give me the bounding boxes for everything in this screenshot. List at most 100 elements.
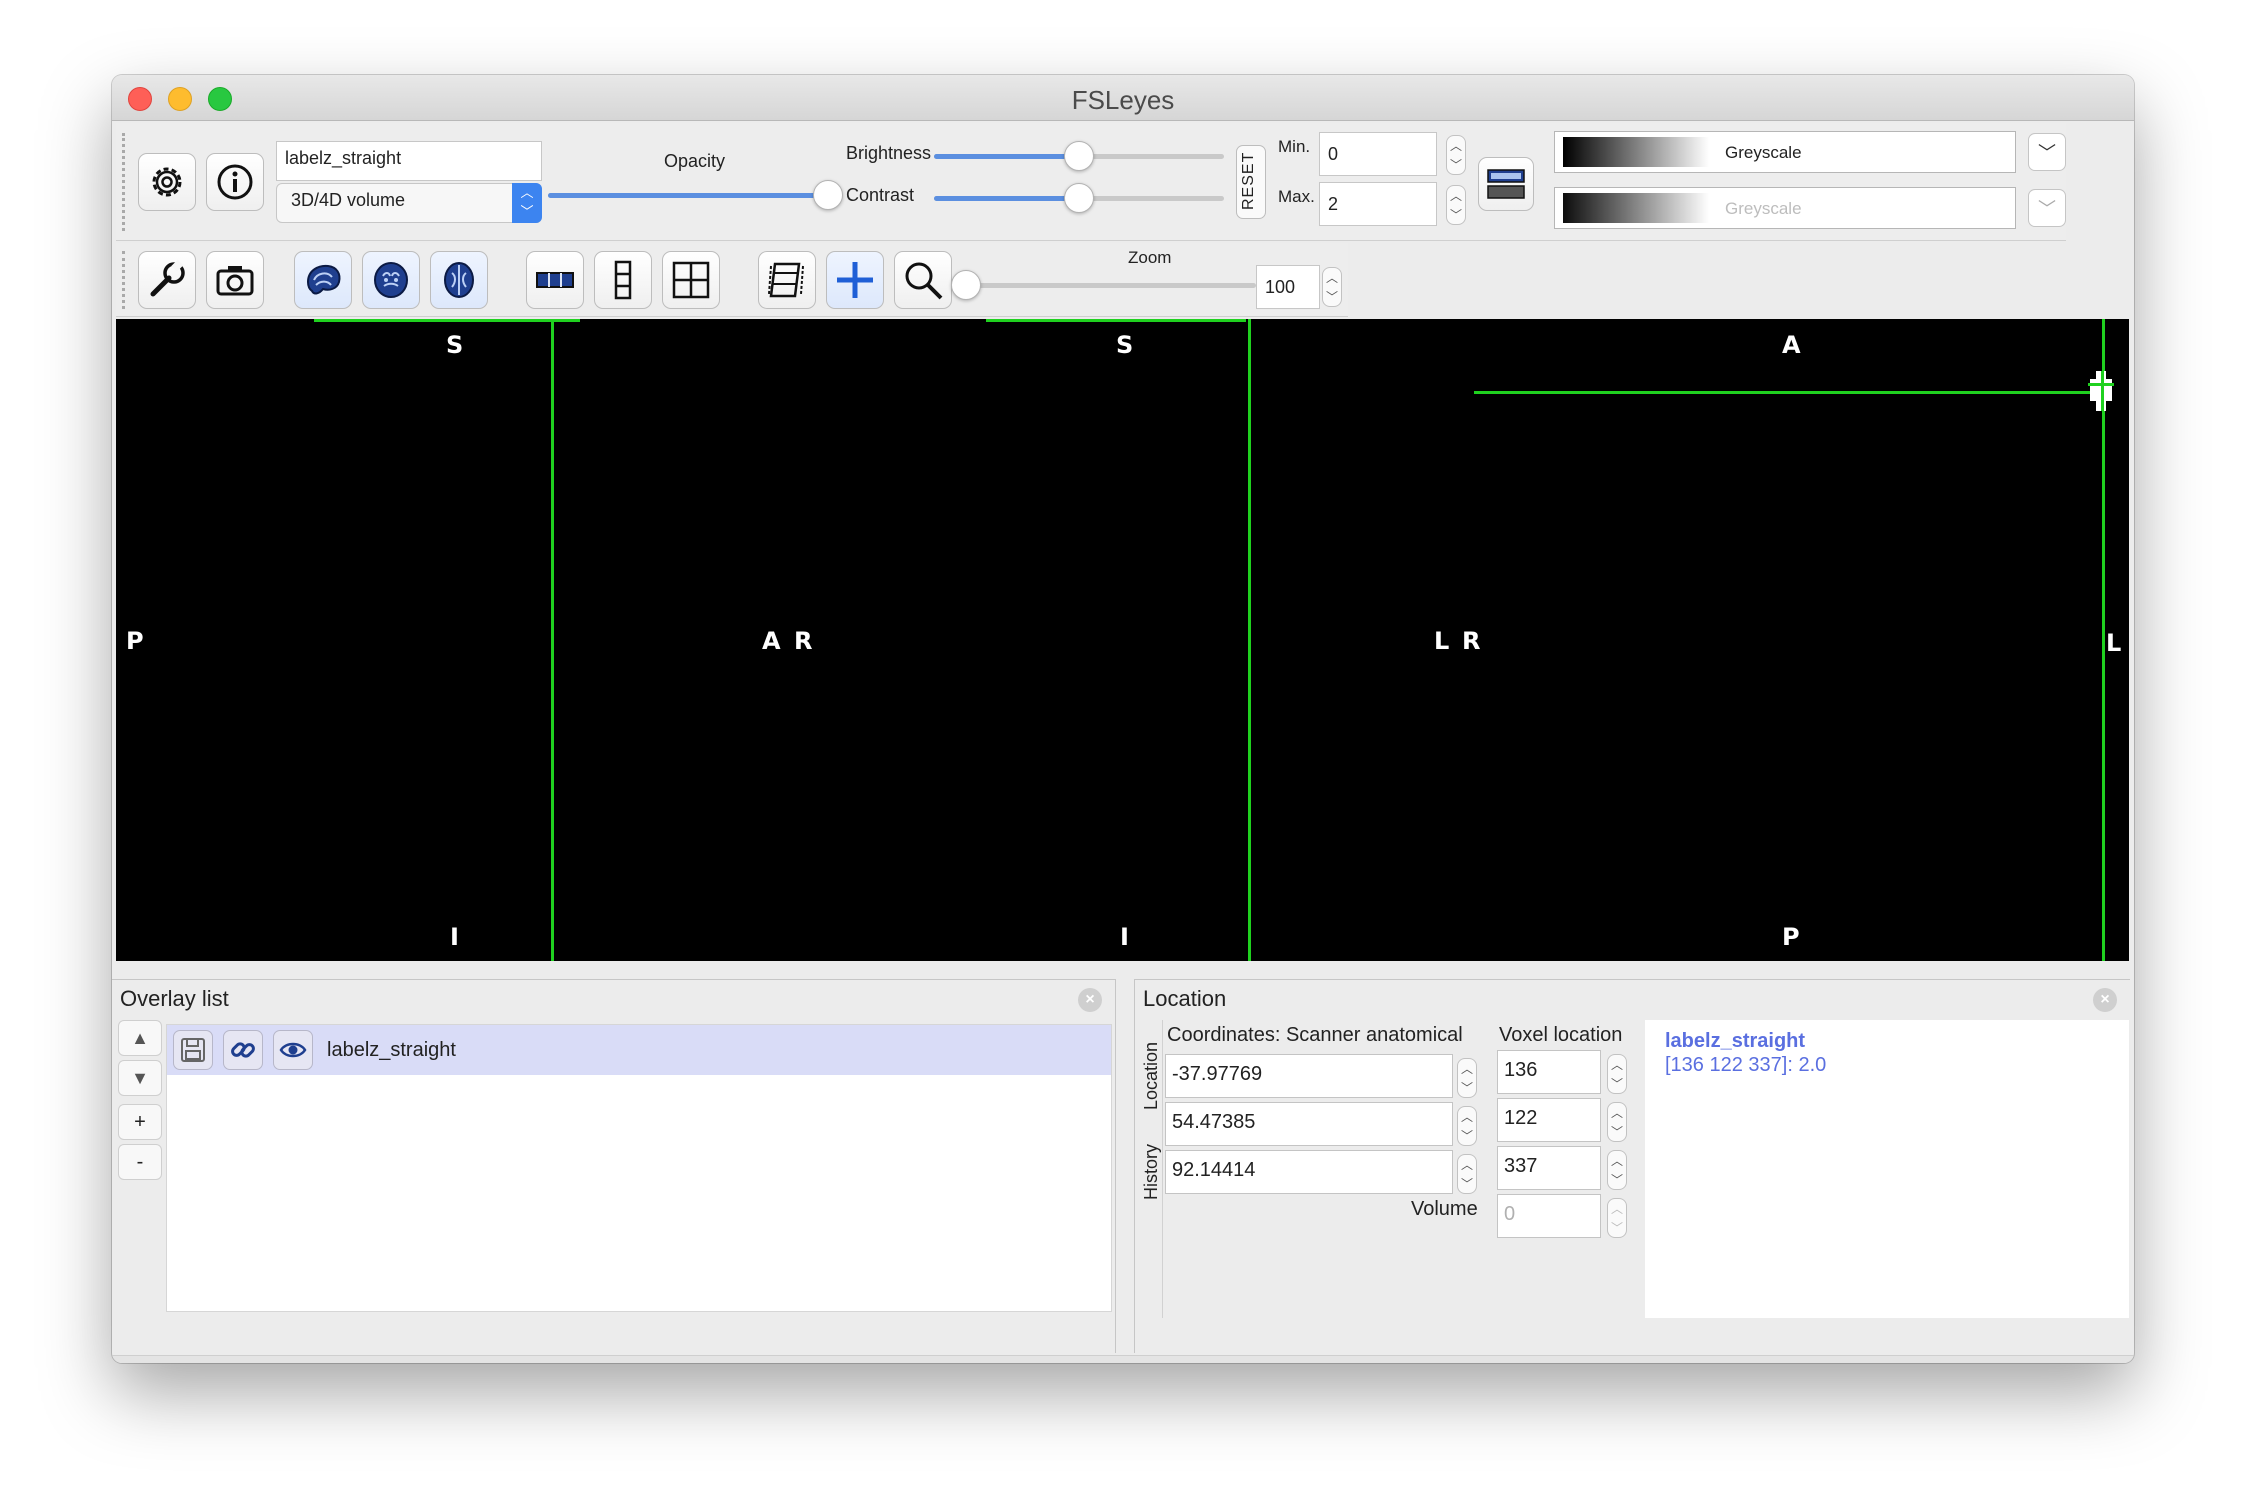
toggle-visibility-button[interactable] (273, 1030, 313, 1070)
close-overlay-list-icon[interactable]: × (1078, 988, 1102, 1012)
spin-down-icon[interactable]: ﹀ (1611, 1075, 1623, 1092)
spin-up-icon[interactable]: ︿ (1611, 1200, 1623, 1217)
colorbar-icon (1487, 169, 1525, 199)
opacity-slider-knob[interactable] (813, 180, 843, 210)
spin-up-icon[interactable]: ︿ (1611, 1056, 1623, 1073)
zoom-tool-button[interactable] (894, 251, 952, 309)
spin-down-icon[interactable]: ﹀ (1450, 156, 1462, 173)
voxel-y-spinner[interactable]: ︿ ﹀ (1607, 1102, 1627, 1142)
settings-button[interactable] (138, 153, 196, 211)
contrast-slider-fill (934, 196, 1079, 201)
voxel-location-header: Voxel location (1499, 1024, 1623, 1046)
horizontal-layout-button[interactable] (526, 251, 584, 309)
vertical-layout-button[interactable] (594, 251, 652, 309)
spin-down-icon[interactable]: ﹀ (1611, 1171, 1623, 1188)
remove-overlay-button[interactable]: - (118, 1144, 162, 1180)
link-overlay-button[interactable] (223, 1030, 263, 1070)
toolbar-grip[interactable] (122, 251, 128, 309)
voxel-z-input[interactable]: 337 (1497, 1146, 1601, 1190)
move-overlay-down-button[interactable]: ▼ (118, 1060, 162, 1096)
spin-down-icon[interactable]: ﹀ (1461, 1175, 1473, 1192)
move-overlay-up-button[interactable]: ▲ (118, 1020, 162, 1056)
chain-link-icon (231, 1042, 255, 1058)
coordinate-x-spinner[interactable]: ︿ ﹀ (1457, 1058, 1477, 1098)
voxel-x-input[interactable]: 136 (1497, 1050, 1601, 1094)
brightness-slider-knob[interactable] (1064, 141, 1094, 171)
coronal-bottom-label: I (1120, 923, 1129, 951)
label-voxel-blob (2088, 371, 2114, 411)
sagittal-top-label: S (446, 331, 464, 359)
voxel-y-input[interactable]: 122 (1497, 1098, 1601, 1142)
overlay-name-field[interactable]: labelz_straight (276, 141, 542, 181)
spin-up-icon[interactable]: ︿ (1461, 1156, 1473, 1173)
coronal-right-label: L (1434, 627, 1450, 655)
colormap-select-primary[interactable]: Greyscale (1554, 131, 2016, 173)
spin-down-icon[interactable]: ﹀ (1450, 206, 1462, 223)
reset-button[interactable]: RESET (1236, 145, 1266, 219)
max-input[interactable]: 2 (1319, 182, 1437, 226)
spin-up-icon[interactable]: ︿ (1611, 1152, 1623, 1169)
toggle-coronal-button[interactable] (362, 251, 420, 309)
spin-down-icon[interactable]: ﹀ (1611, 1219, 1623, 1236)
spin-down-icon[interactable]: ﹀ (1326, 288, 1338, 305)
spin-up-icon[interactable]: ︿ (1450, 137, 1462, 154)
ortho-view-canvas[interactable]: S I P A S I R L A P R L (116, 319, 2129, 961)
title-bar: FSLeyes (112, 75, 2134, 121)
min-spinner[interactable]: ︿ ﹀ (1446, 135, 1466, 175)
greyscale-gradient-swatch (1563, 193, 1709, 223)
toggle-sagittal-button[interactable] (294, 251, 352, 309)
toggle-cursor-button[interactable] (826, 251, 884, 309)
voxel-z-spinner[interactable]: ︿ ﹀ (1607, 1150, 1627, 1190)
colormap-secondary-dropdown[interactable]: ﹀ (2028, 189, 2066, 227)
invert-colormap-button[interactable] (1478, 157, 1534, 211)
screenshot-button[interactable] (206, 251, 264, 309)
coronal-top-label: S (1116, 331, 1134, 359)
fsleyes-window: FSLeyes labelz_straight 3D/4D volume ︿ ﹀ … (112, 75, 2134, 1363)
contrast-slider-knob[interactable] (1064, 183, 1094, 213)
coordinate-y-input[interactable]: 54.47385 (1165, 1102, 1453, 1146)
spin-up-icon[interactable]: ︿ (1326, 269, 1338, 286)
close-location-icon[interactable]: × (2093, 988, 2117, 1012)
toolbar-grip[interactable] (122, 133, 128, 231)
info-button[interactable] (206, 153, 264, 211)
max-spinner[interactable]: ︿ ﹀ (1446, 185, 1466, 225)
spin-up-icon[interactable]: ︿ (1461, 1108, 1473, 1125)
coordinate-x-input[interactable]: -37.97769 (1165, 1054, 1453, 1098)
volume-spinner[interactable]: ︿ ﹀ (1607, 1198, 1627, 1238)
spin-down-icon[interactable]: ﹀ (1461, 1079, 1473, 1096)
coordinate-z-spinner[interactable]: ︿ ﹀ (1457, 1154, 1477, 1194)
tab-history[interactable]: History (1141, 1144, 1162, 1200)
spin-up-icon[interactable]: ︿ (1611, 1104, 1623, 1121)
spin-up-icon[interactable]: ︿ (1461, 1060, 1473, 1077)
add-overlay-button[interactable]: + (118, 1104, 162, 1140)
toggle-axial-button[interactable] (430, 251, 488, 309)
tab-location[interactable]: Location (1141, 1042, 1162, 1110)
zoom-slider-knob[interactable] (951, 270, 981, 300)
overlay-type-select[interactable]: 3D/4D volume ︿ ﹀ (276, 183, 542, 223)
location-title: Location (1143, 986, 1227, 1011)
colormap-select-secondary[interactable]: Greyscale (1554, 187, 2016, 229)
movie-mode-button[interactable] (758, 251, 816, 309)
save-overlay-button[interactable] (173, 1030, 213, 1070)
coordinate-y-spinner[interactable]: ︿ ﹀ (1457, 1106, 1477, 1146)
volume-input[interactable]: 0 (1497, 1194, 1601, 1238)
select-arrows-icon: ︿ ﹀ (512, 183, 542, 223)
spin-down-icon[interactable]: ﹀ (1611, 1123, 1623, 1140)
opacity-slider[interactable] (548, 193, 828, 198)
zoom-slider[interactable] (966, 283, 1256, 288)
zoom-input[interactable]: 100 (1256, 265, 1320, 309)
overlay-list-title: Overlay list (120, 986, 229, 1011)
grid-layout-button[interactable] (662, 251, 720, 309)
colormap-primary-dropdown[interactable]: ﹀ (2028, 133, 2066, 171)
spin-down-icon[interactable]: ﹀ (1461, 1127, 1473, 1144)
voxel-x-spinner[interactable]: ︿ ﹀ (1607, 1054, 1627, 1094)
zoom-spinner[interactable]: ︿ ﹀ (1322, 267, 1342, 307)
coronal-brain-icon (374, 262, 408, 298)
min-input[interactable]: 0 (1319, 132, 1437, 176)
view-settings-button[interactable] (138, 251, 196, 309)
list-item[interactable]: labelz_straight (167, 1025, 1111, 1075)
opacity-label: Opacity (664, 151, 726, 171)
coordinate-z-input[interactable]: 92.14414 (1165, 1150, 1453, 1194)
vertical-layout-icon (614, 260, 632, 300)
spin-up-icon[interactable]: ︿ (1450, 187, 1462, 204)
